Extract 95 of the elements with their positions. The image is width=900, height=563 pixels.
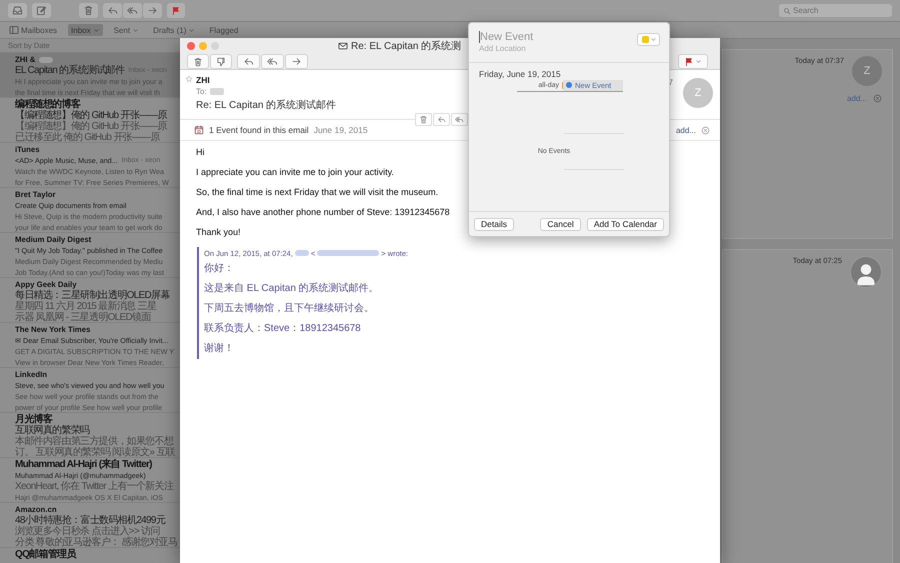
search-icon — [783, 7, 791, 15]
chevron-icon — [188, 26, 196, 34]
reply-button[interactable] — [433, 113, 450, 126]
message-preview: 分类 尊敬的亚马逊客户： 感谢您对亚马 — [15, 537, 178, 548]
body-text: So, the final time is next Friday that we will visit the museum. — [196, 187, 438, 199]
chevron-icon — [650, 36, 657, 43]
sender-name: 月光博客 — [15, 414, 52, 425]
reply-icon — [107, 5, 118, 16]
message-subject: 每日精选：三星研制出透明OLED屏幕 — [15, 290, 170, 301]
blurred-name — [294, 250, 309, 256]
flag-button[interactable] — [678, 54, 708, 69]
delete-button[interactable] — [415, 113, 432, 126]
tray-icon — [12, 5, 23, 16]
event-found-text: 1 Event found in this email — [209, 125, 309, 135]
favorites-item[interactable]: Sent — [110, 24, 142, 36]
delete-button[interactable] — [79, 3, 98, 18]
reply-all-button[interactable] — [123, 3, 142, 18]
message-subject: 【编程随想】俺的 GitHub 开张——原 — [15, 110, 167, 121]
blurred-address — [317, 250, 380, 256]
add-link[interactable]: add... — [676, 126, 696, 134]
flag-button[interactable] — [167, 3, 185, 18]
chevron-icon — [695, 58, 702, 65]
close-button[interactable] — [187, 42, 195, 50]
popover-button[interactable]: Details — [474, 218, 514, 230]
reply-all-icon — [267, 56, 278, 67]
message-preview: 【编程随想】俺的 GitHub 开张——原 — [15, 121, 167, 132]
quoted-text: 这是来自 EL Capitan 的系统测试邮件。 — [204, 282, 379, 296]
forward-icon — [147, 5, 158, 16]
reply-all-button[interactable] — [261, 54, 284, 69]
message-preview: 订。 互联网真的繁荣吗 阅读原文» 互联 — [15, 447, 175, 458]
sidebar-icon — [9, 25, 19, 35]
junk-button[interactable] — [210, 54, 232, 69]
message-preview: 示器 凤凰网 - 三星透明OLED镜面 — [15, 312, 151, 323]
chevron-icon — [92, 26, 100, 34]
message-subject: Re: EL Capitan 的系统测试邮件 — [196, 98, 338, 112]
message-subject: 48小时特惠抢：富士数码相机2499元 — [15, 515, 166, 526]
message-preview: 已迁移至此 俺的 GitHub 开张——原 — [15, 132, 160, 143]
event-date: Friday, June 19, 2015 — [478, 68, 562, 79]
message-subject: EL Capitan 的系统测试邮件 — [15, 65, 124, 76]
favorites-item[interactable]: Inbox — [68, 24, 103, 36]
forward-icon — [291, 56, 302, 67]
avatar: Z — [683, 78, 713, 108]
body-text: Thank you! — [196, 227, 241, 239]
calendar-icon — [194, 125, 204, 135]
favorites-item[interactable]: Drafts (1) — [150, 24, 198, 36]
reply-button[interactable] — [237, 54, 260, 69]
body-text: Hi — [196, 147, 204, 159]
avatar: Z — [852, 56, 882, 86]
forward-button[interactable] — [285, 54, 308, 69]
message-preview: 本邮件内容由第三方提供，如果您不想 — [15, 436, 174, 447]
location-field[interactable]: Add Location — [479, 44, 599, 53]
reply-icon — [243, 56, 254, 67]
event-date: June 19, 2015 — [314, 125, 368, 135]
reply-all-icon — [127, 5, 138, 16]
sender-name: 编程随想的博客 — [15, 99, 80, 110]
forward-button[interactable] — [143, 3, 162, 18]
message-preview: 浏览更多今日秒杀 点击进入>> 访问 — [15, 526, 160, 537]
reply-all-icon — [455, 115, 464, 124]
flag-icon — [684, 56, 694, 66]
sender-name: QQ邮箱管理员 — [15, 549, 76, 560]
quoted-text: 下周五去博物馆，且下午继续研讨会。 — [204, 302, 374, 316]
chevron-icon — [132, 26, 140, 34]
thumbs-down-icon — [216, 56, 226, 66]
reply-icon — [437, 115, 446, 124]
search-field[interactable]: Search — [779, 4, 892, 17]
message-preview: XeonHeart, 你在 Twitter 上有一个新关注 — [15, 481, 174, 492]
favorites-item[interactable]: Mailboxes — [6, 24, 60, 36]
quoted-text: 联系负责人：Steve：18912345678 — [204, 322, 361, 336]
compose-button[interactable] — [32, 3, 51, 18]
trash-icon — [193, 56, 203, 66]
window-title: Re: EL Capitan 的系统测 — [351, 40, 462, 52]
close-icon — [701, 126, 710, 134]
calendar-color-button[interactable] — [637, 33, 660, 46]
sender-name: Muhammad Al-Hajri (来自 Twitter) — [15, 459, 152, 470]
reply-button[interactable] — [103, 3, 122, 18]
get-mail-button[interactable] — [8, 3, 27, 18]
compose-icon — [36, 5, 47, 16]
popover-button[interactable]: Cancel — [540, 218, 581, 230]
message-subject: 互联网真的繁荣吗 — [15, 425, 90, 436]
favorites-item[interactable]: Flagged — [206, 24, 242, 36]
blurred-name — [210, 88, 224, 95]
quoted-text: 你好： — [204, 262, 234, 276]
close-icon — [873, 94, 882, 103]
body-text: I appreciate you can invite me to join your activity. — [196, 167, 394, 179]
envelope-icon — [338, 40, 348, 50]
flag-icon — [171, 6, 181, 16]
message-preview: 星期四 11 六月 2015 最新消息 三星 — [15, 301, 156, 312]
trash-icon — [419, 115, 428, 124]
popover-button[interactable]: Add To Calendar — [586, 218, 664, 230]
delete-button[interactable] — [187, 54, 209, 69]
to-label: To: — [196, 87, 207, 96]
trash-icon — [83, 5, 94, 16]
quoted-text: 谢谢！ — [204, 342, 234, 356]
body-text: And, I also have another phone number of Steve: 13912345678 — [196, 207, 450, 219]
star-icon — [185, 75, 193, 83]
